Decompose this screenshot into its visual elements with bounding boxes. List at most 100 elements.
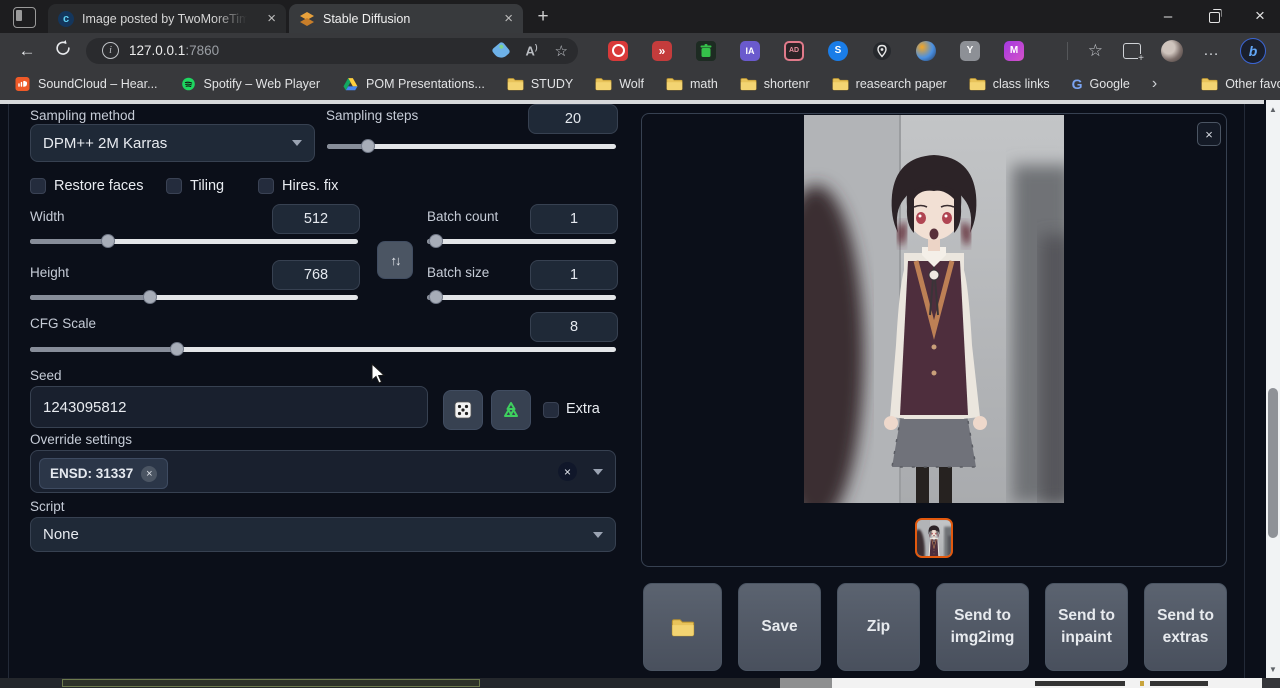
address-bar[interactable]: i 127.0.0.1:7860 A) ☆ [86, 38, 578, 64]
window-restore-button[interactable] [1192, 0, 1236, 32]
sampling-method-label: Sampling method [30, 108, 135, 123]
screen: c Image posted by TwoMoreTimes × Stable … [0, 0, 1280, 688]
extension-adblock-icon[interactable]: AD [784, 41, 804, 61]
random-seed-button[interactable] [443, 390, 483, 430]
browser-toolbar: ← i 127.0.0.1:7860 A) ☆ » IA AD S Y M ☆ [0, 33, 1280, 68]
sampling-method-dropdown[interactable]: DPM++ 2M Karras [30, 124, 315, 162]
hires-fix-checkbox[interactable] [258, 178, 274, 194]
restore-faces-checkbox[interactable] [30, 178, 46, 194]
batch-count-slider[interactable] [427, 234, 616, 248]
zip-button[interactable]: Zip [837, 583, 920, 671]
height-slider[interactable] [30, 290, 358, 304]
height-value[interactable]: 768 [272, 260, 360, 290]
sampling-method-value: DPM++ 2M Karras [43, 135, 167, 152]
send-to-img2img-button[interactable]: Send to img2img [936, 583, 1029, 671]
extension-m-icon[interactable]: M [1004, 41, 1024, 61]
send-to-inpaint-button[interactable]: Send to inpaint [1045, 583, 1128, 671]
read-aloud-icon[interactable]: A) [525, 43, 537, 58]
cfg-scale-slider[interactable] [30, 342, 616, 356]
bookmark-research-paper[interactable]: reasearch paper [832, 77, 947, 91]
collections-icon[interactable] [1123, 43, 1141, 59]
bookmark-google[interactable]: GGoogle [1072, 76, 1130, 92]
send-to-extras-button[interactable]: Send to extras [1144, 583, 1227, 671]
sampling-steps-slider[interactable] [327, 139, 616, 153]
extension-y-icon[interactable]: Y [960, 41, 980, 61]
restore-faces-label: Restore faces [54, 178, 143, 194]
settings-more-icon[interactable]: … [1203, 42, 1220, 60]
tab-stable-diffusion[interactable]: Stable Diffusion × [289, 4, 523, 33]
bookmark-soundcloud[interactable]: SoundCloud – Hear... [14, 77, 158, 91]
bookmarks-bar: SoundCloud – Hear... Spotify – Web Playe… [0, 68, 1280, 100]
extra-seed-checkbox[interactable] [543, 402, 559, 418]
bing-sidebar-icon[interactable]: b [1240, 38, 1266, 64]
tab-actions-menu-icon[interactable] [13, 7, 36, 28]
window-close-button[interactable]: × [1238, 0, 1280, 32]
scroll-down-icon[interactable]: ▼ [1266, 662, 1280, 676]
scroll-up-icon[interactable]: ▲ [1266, 102, 1280, 116]
recycle-icon [501, 400, 521, 420]
price-tag-icon[interactable] [492, 41, 512, 61]
bookmark-shortenr[interactable]: shortenr [740, 77, 810, 91]
extension-bin-icon[interactable] [696, 41, 716, 61]
folder-icon [671, 618, 695, 637]
override-tag: ENSD: 31337 × [39, 458, 168, 489]
tiling-checkbox[interactable] [166, 178, 182, 194]
gallery-thumbnail-selected[interactable] [915, 518, 953, 558]
bookmarks-overflow-chevron[interactable]: › [1152, 75, 1157, 93]
background-window-marks [1140, 681, 1144, 686]
favorites-star-icon[interactable]: ☆ [1088, 41, 1103, 61]
save-button[interactable]: Save [738, 583, 821, 671]
override-tag-text: ENSD: 31337 [50, 466, 133, 481]
bookmark-spotify[interactable]: Spotify – Web Player [180, 77, 321, 91]
bookmark-math[interactable]: math [666, 77, 718, 91]
seed-label: Seed [30, 368, 62, 383]
chevron-down-icon [292, 140, 302, 146]
batch-size-value[interactable]: 1 [530, 260, 618, 290]
script-value: None [43, 526, 79, 543]
extension-forward-icon[interactable]: » [652, 41, 672, 61]
override-settings-box[interactable]: ENSD: 31337 × × [30, 450, 616, 493]
chevron-down-icon[interactable] [593, 469, 603, 475]
tab-image-posted[interactable]: c Image posted by TwoMoreTimes × [48, 4, 286, 33]
extension-shazam-icon[interactable]: S [828, 41, 848, 61]
cfg-scale-value[interactable]: 8 [530, 312, 618, 342]
bookmark-pom[interactable]: POM Presentations... [342, 77, 485, 91]
new-tab-button[interactable]: + [533, 7, 553, 27]
profile-avatar[interactable] [1161, 40, 1183, 62]
other-favorites-folder[interactable]: Other favorites [1201, 77, 1280, 91]
script-dropdown[interactable]: None [30, 517, 616, 552]
width-slider[interactable] [30, 234, 358, 248]
cfg-scale-label: CFG Scale [30, 316, 96, 331]
window-minimize-button[interactable]: – [1146, 0, 1190, 32]
extension-circle-icon[interactable] [608, 41, 628, 61]
sampling-steps-value[interactable]: 20 [528, 104, 618, 134]
swap-icon: ↑↓ [391, 253, 400, 268]
panel-right-border [1244, 104, 1245, 678]
clear-all-icon[interactable]: × [558, 462, 577, 481]
close-tab-icon[interactable]: × [504, 11, 513, 26]
scrollbar-thumb[interactable] [1268, 388, 1278, 538]
bookmark-wolf[interactable]: Wolf [595, 77, 644, 91]
remove-tag-icon[interactable]: × [141, 466, 157, 482]
script-label: Script [30, 499, 65, 514]
seed-input[interactable]: 1243095812 [30, 386, 428, 428]
bookmark-class-links[interactable]: class links [969, 77, 1050, 91]
batch-count-value[interactable]: 1 [530, 204, 618, 234]
batch-size-slider[interactable] [427, 290, 616, 304]
extension-sphere-icon[interactable] [916, 41, 936, 61]
extension-ia-icon[interactable]: IA [740, 41, 760, 61]
add-favorite-star-icon[interactable]: ☆ [555, 42, 568, 60]
bookmark-study[interactable]: STUDY [507, 77, 573, 91]
reuse-seed-button[interactable] [491, 390, 531, 430]
extension-pin-icon[interactable] [872, 41, 892, 61]
swap-dimensions-button[interactable]: ↑↓ [377, 241, 413, 279]
site-info-icon[interactable]: i [102, 42, 119, 59]
generated-image[interactable] [804, 115, 1064, 503]
back-button[interactable]: ← [12, 41, 42, 61]
refresh-button[interactable] [48, 39, 78, 62]
page-top-band [0, 100, 1264, 104]
width-value[interactable]: 512 [272, 204, 360, 234]
close-tab-icon[interactable]: × [267, 11, 276, 26]
open-folder-button[interactable] [643, 583, 722, 671]
close-image-button[interactable]: × [1197, 122, 1221, 146]
